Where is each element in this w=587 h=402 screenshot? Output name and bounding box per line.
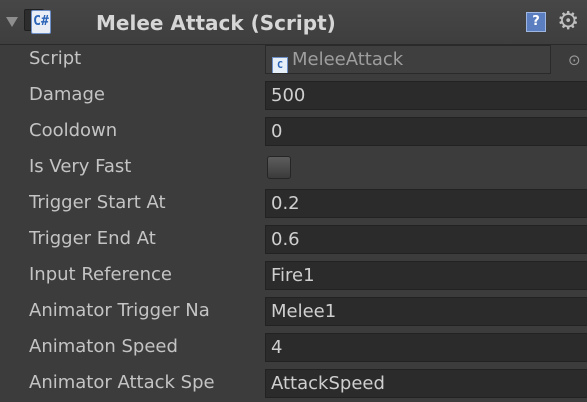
field-label: Cooldown — [29, 120, 118, 141]
field-row-cooldown: Cooldown 0 — [0, 114, 587, 150]
field-row-is-very-fast: Is Very Fast — [0, 150, 587, 186]
field-label: Animator Trigger Na — [29, 300, 210, 321]
field-row-trigger-start: Trigger Start At 0.2 — [0, 186, 587, 222]
animator-trigger-field[interactable]: Melee1 — [265, 297, 587, 326]
field-label: Trigger Start At — [29, 192, 166, 213]
cooldown-field[interactable]: 0 — [265, 117, 587, 146]
field-label: Input Reference — [29, 264, 172, 285]
script-object-field[interactable]: C MeleeAttack — [265, 45, 551, 74]
field-label: Animator Attack Spe — [29, 372, 215, 393]
animation-speed-field[interactable]: 4 — [265, 333, 587, 362]
field-row-damage: Damage 500 — [0, 78, 587, 114]
script-object-value: MeleeAttack — [292, 49, 404, 70]
script-label: Script — [29, 48, 82, 69]
animator-attack-speed-field[interactable]: AttackSpeed — [265, 369, 587, 398]
field-row-animator-trigger: Animator Trigger Na Melee1 — [0, 294, 587, 330]
script-row: Script C MeleeAttack ⊙ — [0, 42, 587, 78]
is-very-fast-checkbox[interactable] — [267, 156, 291, 179]
field-label: Damage — [29, 84, 105, 105]
trigger-start-field[interactable]: 0.2 — [265, 189, 587, 218]
damage-field[interactable]: 500 — [265, 81, 587, 110]
field-label: Is Very Fast — [29, 156, 132, 177]
csharp-script-icon: C# — [31, 10, 51, 34]
foldout-arrow-icon[interactable] — [6, 17, 18, 27]
field-label: Trigger End At — [29, 228, 156, 249]
component-title: Melee Attack (Script) — [96, 11, 336, 35]
inspector-panel: C# Melee Attack (Script) ? ⚙ Script C Mel… — [0, 0, 587, 402]
field-label: Animaton Speed — [29, 336, 178, 357]
input-reference-field[interactable]: Fire1 — [265, 261, 587, 290]
trigger-end-field[interactable]: 0.6 — [265, 225, 587, 254]
help-icon[interactable]: ? — [526, 12, 546, 32]
field-row-animation-speed: Animaton Speed 4 — [0, 330, 587, 366]
csharp-file-icon: C — [272, 57, 288, 73]
object-picker-icon[interactable]: ⊙ — [568, 47, 581, 73]
field-row-trigger-end: Trigger End At 0.6 — [0, 222, 587, 258]
gear-icon[interactable]: ⚙ — [557, 6, 579, 36]
component-header[interactable]: C# Melee Attack (Script) ? ⚙ — [0, 0, 587, 45]
field-row-animator-attack-speed: Animator Attack Spe AttackSpeed — [0, 366, 587, 402]
field-row-input-reference: Input Reference Fire1 — [0, 258, 587, 294]
